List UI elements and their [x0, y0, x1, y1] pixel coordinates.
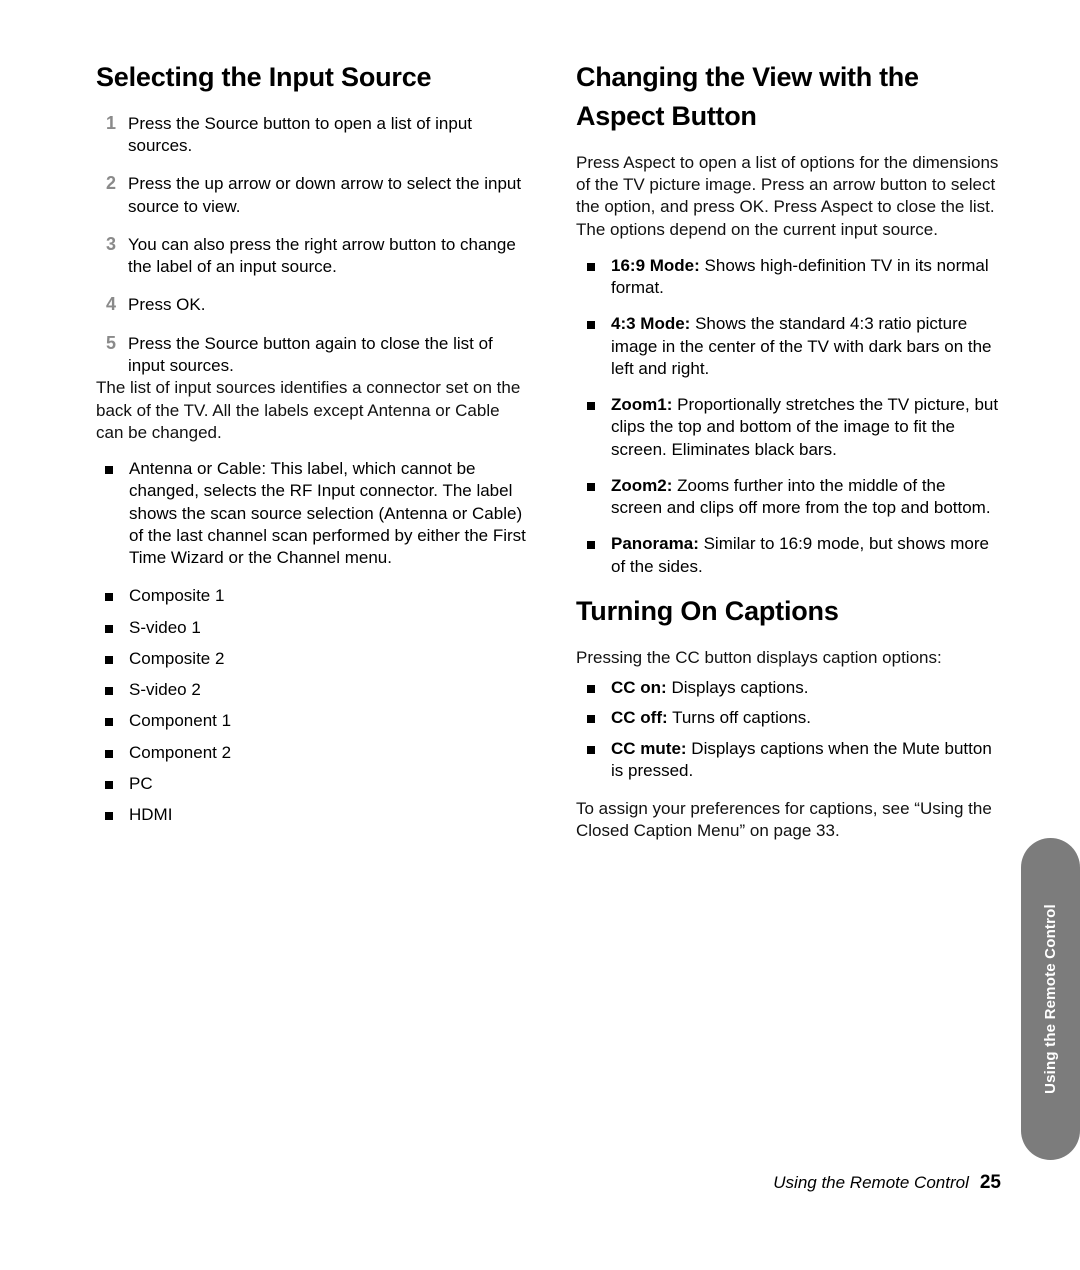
caption-option-desc: Displays captions. — [666, 678, 809, 698]
bullet-caption-option: CC off: Turns off captions. — [576, 707, 1001, 729]
captions-intro-paragraph: Pressing the CC button displays caption … — [576, 647, 942, 667]
bullet-caption-option: CC on: Displays captions. — [576, 677, 1001, 699]
captions-closing-paragraph: To assign your preferences for captions,… — [576, 799, 992, 841]
list-item: HDMI — [96, 804, 526, 826]
bullet-antenna-or-cable: Antenna or Cable: This label, which cann… — [96, 458, 526, 569]
aspect-mode-label: 16:9 Mode: — [611, 255, 700, 275]
step-item: 2 Press the up arrow or down arrow to se… — [96, 173, 526, 218]
page-footer: Using the Remote Control 25 — [0, 1172, 1001, 1194]
footer-chapter-title: Using the Remote Control — [773, 1173, 969, 1192]
step-text: You can also press the right arrow butto… — [128, 234, 516, 277]
step-item: 3 You can also press the right arrow but… — [96, 234, 526, 279]
step-number: 1 — [106, 112, 117, 133]
input-source-steps: 1 Press the Source button to open a list… — [96, 113, 526, 377]
step-number: 5 — [106, 332, 117, 353]
caption-option-list: CC on: Displays captions. CC off: Turns … — [576, 677, 1001, 782]
list-item: Component 2 — [96, 742, 526, 764]
aspect-intro-paragraph: Press Aspect to open a list of options f… — [576, 152, 999, 239]
right-column: Changing the View with the Aspect Button… — [576, 58, 1001, 843]
manual-page: Selecting the Input Source 1 Press the S… — [0, 0, 1080, 1270]
left-column: Selecting the Input Source 1 Press the S… — [96, 58, 526, 836]
chapter-thumb-tab: Using the Remote Control — [1021, 838, 1080, 1160]
caption-option-desc: Turns off captions. — [667, 708, 811, 728]
bullet-caption-option: CC mute: Displays captions when the Mute… — [576, 738, 1001, 783]
list-item: Component 1 — [96, 710, 526, 732]
aspect-mode-label: Zoom2: — [611, 475, 673, 495]
aspect-mode-label: 4:3 Mode: — [611, 314, 691, 334]
step-text: Press the Source button to open a list o… — [128, 113, 472, 156]
step-number: 3 — [106, 233, 117, 254]
heading-selecting-input-source: Selecting the Input Source — [96, 62, 432, 92]
step-number: 4 — [106, 294, 117, 315]
heading-changing-the-view: Changing the View with the Aspect Button — [576, 62, 919, 131]
bullet-aspect-mode: 4:3 Mode: Shows the standard 4:3 ratio p… — [576, 313, 1001, 380]
step-text: Press the Source button again to close t… — [128, 333, 493, 375]
step-item: 5 Press the Source button again to close… — [96, 333, 526, 378]
page-number: 25 — [979, 1172, 1001, 1193]
bullet-aspect-mode: Zoom2: Zooms further into the middle of … — [576, 475, 1001, 520]
antenna-bullet-list: Antenna or Cable: This label, which cann… — [96, 458, 526, 569]
aspect-mode-label: Zoom1: — [611, 395, 673, 415]
list-item: Composite 1 — [96, 585, 526, 607]
input-source-paragraph: The list of input sources identifies a c… — [96, 378, 521, 442]
list-item: S-video 2 — [96, 679, 526, 701]
list-item: S-video 1 — [96, 617, 526, 639]
chapter-thumb-tab-label: Using the Remote Control — [1042, 904, 1059, 1094]
caption-option-label: CC on: — [611, 678, 667, 698]
bullet-aspect-mode: Zoom1: Proportionally stretches the TV p… — [576, 394, 1001, 461]
aspect-mode-label: Panorama: — [611, 534, 699, 554]
step-text: Press the up arrow or down arrow to sele… — [128, 174, 522, 216]
aspect-mode-list: 16:9 Mode: Shows high-definition TV in i… — [576, 255, 1001, 578]
step-item: 4 Press OK. — [96, 294, 526, 316]
heading-turning-on-captions: Turning On Captions — [576, 596, 839, 626]
input-source-list: Composite 1 S-video 1 Composite 2 S-vide… — [96, 585, 526, 826]
step-text: Press OK. — [128, 295, 206, 315]
bullet-aspect-mode: Panorama: Similar to 16:9 mode, but show… — [576, 533, 1001, 578]
bullet-aspect-mode: 16:9 Mode: Shows high-definition TV in i… — [576, 255, 1001, 300]
list-item: PC — [96, 773, 526, 795]
step-number: 2 — [106, 173, 117, 194]
caption-option-label: CC off: — [611, 708, 668, 728]
list-item: Composite 2 — [96, 648, 526, 670]
step-item: 1 Press the Source button to open a list… — [96, 113, 526, 158]
caption-option-label: CC mute: — [611, 738, 687, 758]
